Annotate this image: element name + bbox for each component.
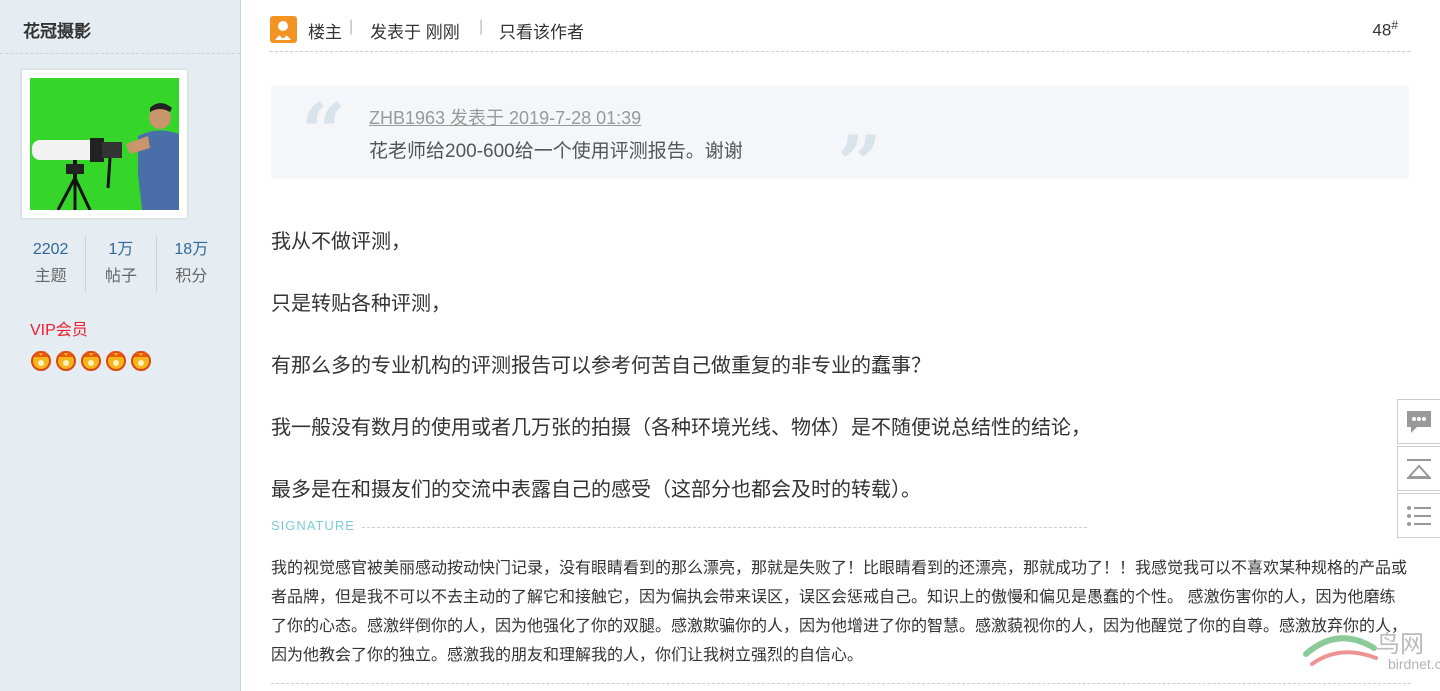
open-quote-icon: “ bbox=[301, 87, 346, 178]
crown-badge-icon bbox=[80, 348, 102, 372]
signature-text: 我的视觉感官被美丽感动按动快门记录，没有眼睛看到的那么漂亮，那就是失败了！比眼睛… bbox=[271, 560, 1408, 664]
post-paragraph: 我一般没有数月的使用或者几万张的拍摄（各种环境光线、物体）是不随便说总结性的结论… bbox=[271, 417, 1091, 439]
post-paragraph: 最多是在和摄友们的交流中表露自己的感受（这部分也都会及时的转载）。 bbox=[271, 479, 921, 501]
close-quote-icon: ” bbox=[837, 119, 882, 210]
watermark-text: 鸟网 bbox=[1376, 631, 1424, 658]
sidebar-divider bbox=[0, 53, 240, 54]
avatar[interactable] bbox=[30, 78, 179, 210]
watermark-url: birdnet.cn bbox=[1388, 656, 1440, 672]
post-paragraph: 只是转贴各种评测， bbox=[271, 293, 451, 315]
floor-number[interactable]: 48# bbox=[1372, 18, 1398, 41]
post-header: 楼主 | 发表于 刚刚 | 只看该作者 48# bbox=[270, 12, 1410, 52]
quote-block: “ ZHB1963 发表于 2019-7-28 01:39 花老师给200-60… bbox=[271, 86, 1409, 204]
rank-badges bbox=[30, 348, 152, 372]
floating-toolbar bbox=[1397, 399, 1440, 540]
thread-starter-label: 楼主 bbox=[308, 23, 342, 42]
stat-points[interactable]: 18万 积分 bbox=[157, 236, 226, 292]
quote-text: 花老师给200-600给一个使用评测报告。谢谢 bbox=[369, 141, 743, 162]
post-paragraph: 有那么多的专业机构的评测报告可以参考何苦自己做重复的非专业的蠢事？ bbox=[271, 355, 931, 377]
signature-label: SIGNATURE bbox=[271, 518, 355, 533]
stat-value[interactable]: 2202 bbox=[16, 236, 85, 264]
avatar-photo bbox=[30, 78, 179, 210]
user-group[interactable]: VIP会员 bbox=[30, 316, 88, 340]
crown-badge-icon bbox=[105, 348, 127, 372]
floor-symbol: # bbox=[1391, 18, 1398, 32]
crown-badge-icon bbox=[130, 348, 152, 372]
post-time: 发表于 刚刚 bbox=[370, 23, 460, 42]
post-paragraph: 我从不做评测， bbox=[271, 231, 411, 253]
post-content: 我从不做评测， 只是转贴各种评测， 有那么多的专业机构的评测报告可以参考何苦自己… bbox=[271, 228, 1391, 538]
only-author-link[interactable]: 只看该作者 bbox=[499, 18, 584, 43]
stat-label: 主题 bbox=[34, 268, 67, 285]
stat-value[interactable]: 18万 bbox=[157, 236, 226, 264]
comment-icon bbox=[1407, 410, 1431, 433]
crown-badge-icon bbox=[30, 348, 52, 372]
author-stats: 2202 主题 1万 帖子 18万 积分 bbox=[16, 236, 226, 292]
quote-source-link[interactable]: ZHB1963 发表于 2019-7-28 01:39 bbox=[369, 104, 641, 130]
author-name[interactable]: 花冠摄影 bbox=[23, 17, 91, 42]
stat-value[interactable]: 1万 bbox=[86, 236, 155, 264]
list-icon bbox=[1407, 505, 1431, 526]
post-divider bbox=[271, 683, 1411, 684]
stat-label: 积分 bbox=[175, 268, 208, 285]
crown-badge-icon bbox=[55, 348, 77, 372]
thread-starter-icon bbox=[270, 16, 297, 43]
list-button[interactable] bbox=[1397, 493, 1440, 538]
stat-label: 帖子 bbox=[104, 268, 137, 285]
author-sidebar: 花冠摄影 2202 主题 1万 帖子 18万 积分 VIP会员 bbox=[0, 0, 241, 691]
site-watermark: 鸟网 birdnet.cn bbox=[1298, 614, 1440, 691]
back-to-top-icon bbox=[1406, 458, 1432, 479]
stat-posts[interactable]: 1万 帖子 bbox=[86, 236, 157, 292]
separator: | bbox=[349, 18, 354, 35]
stat-threads[interactable]: 2202 主题 bbox=[16, 236, 87, 292]
signature-divider bbox=[362, 527, 1087, 528]
separator: | bbox=[479, 18, 484, 35]
comment-button[interactable] bbox=[1397, 399, 1440, 444]
floor-value[interactable]: 48 bbox=[1372, 21, 1391, 40]
back-to-top-button[interactable] bbox=[1397, 446, 1440, 491]
avatar-frame[interactable] bbox=[22, 70, 187, 218]
